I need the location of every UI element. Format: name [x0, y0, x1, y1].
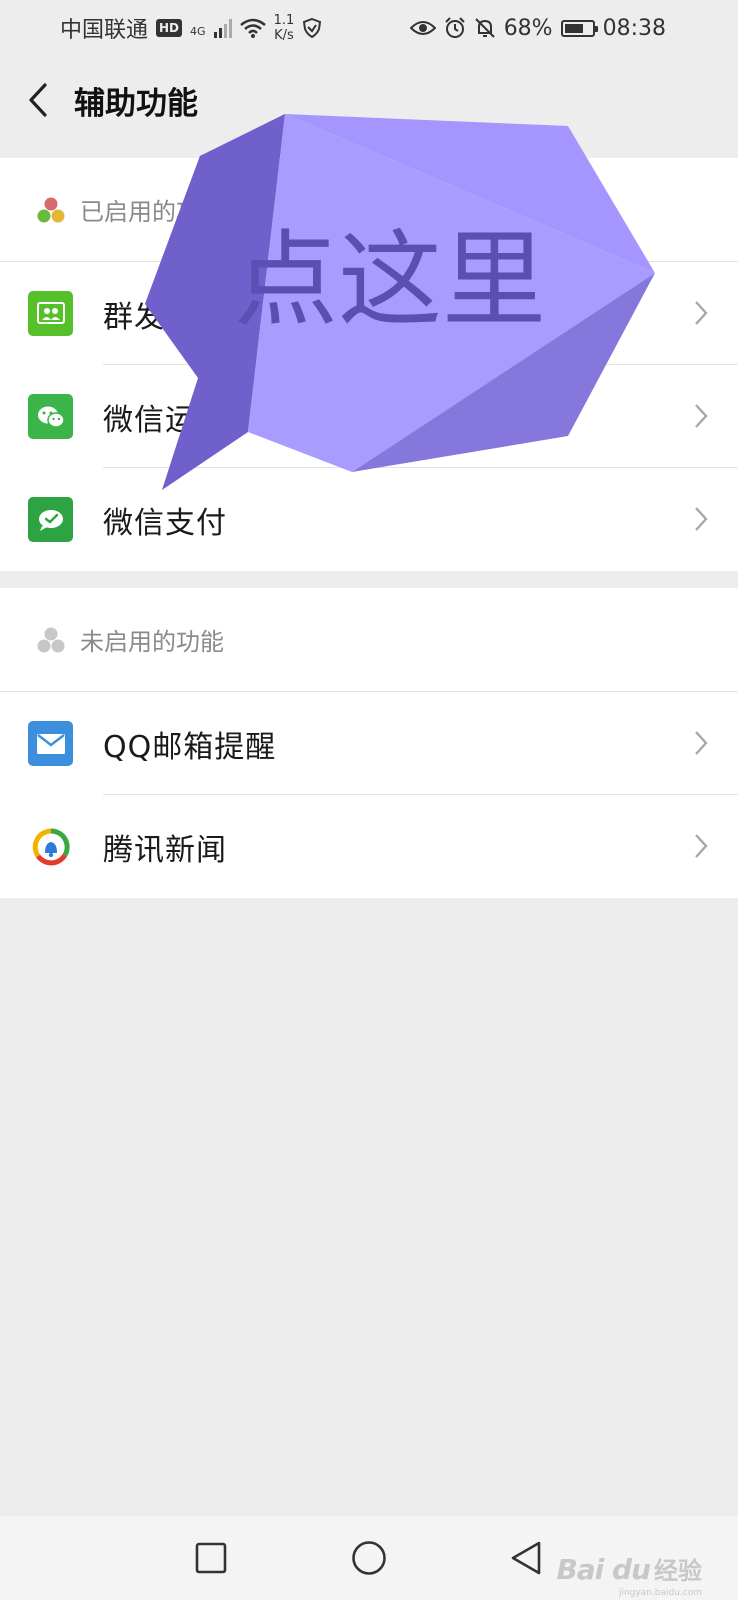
watermark-logo: Bai du	[556, 1553, 651, 1586]
back-arrow-icon	[29, 83, 47, 117]
top-bar: 辅助功能	[0, 56, 738, 144]
mute-bell-icon	[474, 18, 495, 38]
page-title: 辅助功能	[74, 85, 198, 122]
clock: 08:38	[602, 15, 666, 41]
status-left: 中国联通 HD 4G 1.1 K/s	[60, 12, 322, 44]
wechat-pay-icon	[28, 497, 73, 542]
chevron-right-icon	[695, 301, 708, 325]
enabled-section-header: 已启用的功能	[0, 158, 738, 262]
recent-apps-button[interactable]	[183, 1530, 239, 1586]
chevron-right-icon	[695, 404, 708, 428]
network-type: 4G	[190, 25, 206, 38]
enabled-features-section: 已启用的功能 群发助手 微信运动 微信支付	[0, 158, 738, 571]
chevron-right-icon	[695, 507, 708, 531]
shield-icon	[303, 18, 322, 38]
group-send-icon	[28, 291, 73, 336]
baidu-watermark: Bai du 经验 jingyan.baidu.com	[556, 1551, 702, 1598]
nav-back-button[interactable]	[498, 1530, 554, 1586]
feature-label: 腾讯新闻	[103, 832, 227, 868]
speed-value: 1.1	[273, 13, 295, 28]
speed-unit: K/s	[274, 28, 294, 43]
chevron-right-icon	[695, 731, 708, 755]
wechat-sport-icon	[28, 394, 73, 439]
watermark-cn: 经验	[654, 1557, 702, 1585]
feature-row-qq-mail[interactable]: QQ邮箱提醒	[0, 692, 738, 795]
battery-percent: 68%	[503, 15, 553, 41]
circle-icon	[352, 1541, 386, 1575]
feature-label: 微信支付	[103, 505, 227, 541]
feature-label: 微信运动	[103, 402, 227, 438]
hd-badge: HD	[156, 19, 183, 37]
disabled-section-label: 未启用的功能	[80, 628, 224, 656]
qq-mail-icon	[28, 721, 73, 766]
triangle-back-icon	[511, 1541, 541, 1575]
feature-row-tencent-news[interactable]: 腾讯新闻	[0, 795, 738, 898]
carrier-name: 中国联通	[60, 18, 149, 43]
feature-row-wechat-pay[interactable]: 微信支付	[0, 468, 738, 571]
three-dots-gray-icon	[37, 627, 65, 652]
wifi-icon	[239, 18, 266, 38]
feature-label: QQ邮箱提醒	[103, 729, 277, 765]
eye-icon	[409, 21, 436, 35]
back-button[interactable]	[8, 56, 68, 144]
home-button[interactable]	[341, 1530, 397, 1586]
chevron-right-icon	[695, 834, 708, 858]
battery-fill	[564, 23, 583, 33]
watermark-url: jingyan.baidu.com	[618, 1588, 702, 1598]
battery-icon	[560, 19, 598, 37]
three-dots-color-icon	[37, 197, 65, 222]
status-right: 68% 08:38	[409, 15, 666, 41]
feature-row-wechat-sport[interactable]: 微信运动	[0, 365, 738, 468]
network-speed: 1.1 K/s	[274, 13, 295, 43]
status-bar: 中国联通 HD 4G 1.1 K/s 68% 08:38	[0, 0, 738, 56]
square-icon	[195, 1542, 227, 1574]
enabled-section-label: 已启用的功能	[80, 198, 224, 226]
disabled-features-section: 未启用的功能 QQ邮箱提醒 腾讯新闻	[0, 588, 738, 898]
tencent-news-icon	[28, 824, 73, 869]
signal-icon	[213, 18, 232, 38]
feature-row-group-send[interactable]: 群发助手	[0, 262, 738, 365]
system-nav-bar: Bai du 经验 jingyan.baidu.com	[0, 1516, 738, 1600]
disabled-section-header: 未启用的功能	[0, 588, 738, 692]
feature-label: 群发助手	[103, 299, 227, 335]
alarm-icon	[444, 17, 465, 38]
